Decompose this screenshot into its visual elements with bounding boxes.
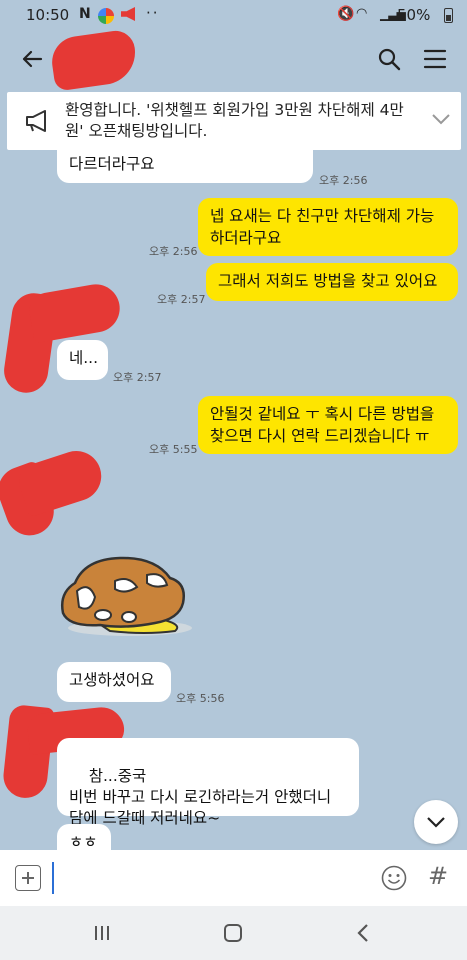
- back-icon[interactable]: [356, 923, 370, 943]
- app-notification-icon: [98, 8, 114, 24]
- message-bubble-incoming[interactable]: 고생하셨어요: [57, 662, 171, 702]
- message-text: 고생하셨어요: [69, 671, 155, 689]
- status-bar: 10:50 N ·· 🔇 ◠ ▁▃▅ 50%: [0, 0, 467, 30]
- message-time: 오후 2:56: [149, 245, 198, 258]
- arrow-left-icon[interactable]: [20, 47, 44, 71]
- redacted-sender-name: [26, 280, 124, 344]
- message-text: 그래서 저희도 방법을 찾고 있어요: [218, 272, 438, 290]
- battery-icon: [444, 8, 453, 23]
- message-time: 오후 2:57: [113, 371, 162, 384]
- redacted-chat-title: [48, 28, 140, 92]
- message-bubble-outgoing[interactable]: 안될것 같네요 ㅜ 혹시 다른 방법을 찾으면 다시 연락 드리겠습니다 ㅠ: [198, 396, 458, 454]
- n-app-icon: N: [79, 6, 91, 22]
- message-text: 다르더라구요: [69, 155, 155, 173]
- message-time: 오후 2:56: [319, 174, 368, 187]
- message-bubble-outgoing[interactable]: 그래서 저희도 방법을 찾고 있어요: [206, 263, 458, 301]
- message-text: 안될것 같네요 ㅜ 혹시 다른 방법을 찾으면 다시 연락 드리겠습니다 ㅠ: [210, 405, 435, 445]
- chevron-down-icon: [427, 817, 445, 828]
- message-text: ㅎㅎ: [69, 833, 98, 850]
- chevron-down-icon[interactable]: [431, 112, 451, 126]
- crying-dog-sticker: [61, 556, 192, 636]
- message-bubble-incoming[interactable]: 참...중국 비번 바꾸고 다시 로긴하라는거 안했더니 담에 드갈때 저러네요…: [57, 738, 359, 827]
- more-notifications-icon: ··: [146, 4, 160, 22]
- hash-icon[interactable]: #: [428, 862, 448, 890]
- wifi-icon: ◠: [356, 6, 368, 21]
- smiley-icon[interactable]: [381, 865, 407, 891]
- megaphone-notification-icon: [121, 7, 135, 21]
- pinned-notice[interactable]: 환영합니다. '위챗헬프 회원가입 3만원 차단해제 4만원' 오픈채팅방입니다…: [7, 92, 461, 150]
- home-icon[interactable]: [224, 924, 242, 942]
- redacted-sender-name: [14, 444, 108, 518]
- message-time: 오후 5:56: [176, 692, 225, 705]
- message-text: 넵 요새는 다 친구만 차단해제 가능하더라구요: [210, 207, 435, 247]
- system-nav-bar: [0, 906, 467, 960]
- plus-box-icon[interactable]: [15, 865, 41, 891]
- battery-percent: 50%: [397, 6, 431, 24]
- message-text: 참...중국 비번 바꾸고 다시 로긴하라는거 안했더니 담에 드갈때 저러네요…: [69, 767, 332, 827]
- status-time: 10:50: [26, 6, 70, 24]
- hamburger-menu-icon[interactable]: [423, 48, 447, 70]
- mute-icon: 🔇: [337, 6, 355, 22]
- message-list[interactable]: 다르더라구요 오후 2:56 넵 요새는 다 친구만 차단해제 가능하더라구요 …: [0, 88, 467, 850]
- chat-header: [0, 28, 467, 92]
- message-time: 오후 5:55: [149, 443, 198, 456]
- message-input[interactable]: [52, 862, 372, 894]
- message-text: 네...: [69, 349, 99, 367]
- search-icon[interactable]: [377, 47, 401, 71]
- scroll-to-bottom-button[interactable]: [414, 800, 458, 844]
- recent-apps-icon[interactable]: [93, 924, 111, 942]
- message-input-bar: #: [0, 850, 467, 906]
- message-bubble-incoming[interactable]: 네...: [57, 340, 108, 380]
- message-bubble-outgoing[interactable]: 넵 요새는 다 친구만 차단해제 가능하더라구요: [198, 198, 458, 256]
- notice-text: 환영합니다. '위챗헬프 회원가입 3만원 차단해제 4만원' 오픈채팅방입니다…: [65, 101, 404, 140]
- message-bubble-incoming[interactable]: ㅎㅎ: [57, 824, 111, 850]
- message-time: 오후 2:57: [157, 293, 206, 306]
- megaphone-icon: [26, 110, 46, 132]
